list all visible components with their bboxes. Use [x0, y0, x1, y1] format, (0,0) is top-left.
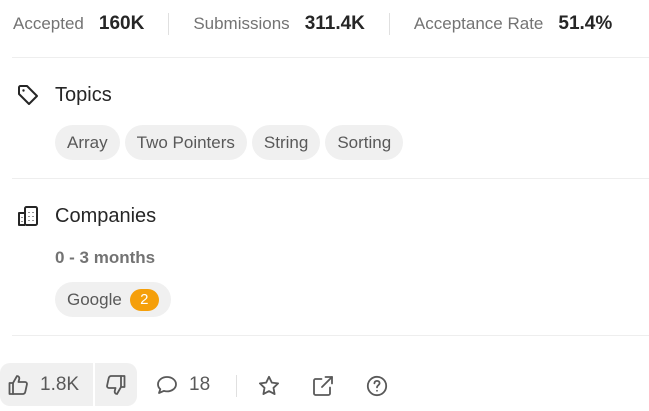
submissions-stat: Submissions 311.4K	[193, 13, 365, 35]
company-name: Google	[67, 289, 122, 309]
company-count-badge: 2	[129, 288, 159, 311]
share-icon	[311, 374, 335, 398]
companies-header[interactable]: Companies	[16, 204, 156, 228]
favorite-button[interactable]	[256, 373, 282, 399]
accepted-label: Accepted	[13, 14, 84, 33]
like-count: 1.8K	[40, 373, 80, 395]
accepted-value: 160K	[98, 13, 145, 34]
submissions-label: Submissions	[193, 14, 290, 33]
section-divider	[12, 178, 649, 179]
companies-period-label: 0 - 3 months	[55, 248, 156, 267]
thumbs-up-icon	[6, 373, 30, 397]
acceptance-rate-label: Acceptance Rate	[413, 14, 544, 33]
acceptance-rate-stat: Acceptance Rate 51.4%	[414, 13, 612, 35]
comment-icon	[155, 373, 179, 397]
building-icon	[16, 204, 40, 228]
topic-tags: Array Two Pointers String Sorting	[55, 125, 404, 160]
vote-group: 1.8K	[0, 363, 137, 406]
topic-tag-array[interactable]: Array	[55, 125, 120, 160]
topics-header[interactable]: Topics	[16, 83, 112, 107]
tag-icon	[16, 83, 40, 107]
companies-title: Companies	[55, 204, 157, 227]
accepted-stat: Accepted 160K	[13, 13, 144, 35]
help-icon	[365, 374, 389, 398]
stats-divider	[388, 13, 390, 35]
star-icon	[257, 374, 281, 398]
submissions-value: 311.4K	[304, 13, 365, 34]
comments-button[interactable]: 18	[155, 373, 210, 397]
dislike-button[interactable]	[95, 363, 137, 406]
topic-tag-string[interactable]: String	[251, 125, 321, 160]
comment-count: 18	[189, 374, 211, 395]
problem-info-panel: Accepted 160K Submissions 311.4K Accepta…	[0, 0, 649, 411]
like-button[interactable]: 1.8K	[0, 363, 93, 406]
action-divider	[236, 375, 237, 397]
section-divider	[12, 57, 649, 58]
help-button[interactable]	[364, 373, 390, 399]
stats-row: Accepted 160K Submissions 311.4K Accepta…	[13, 10, 612, 38]
company-tags: Google 2	[55, 282, 171, 317]
acceptance-rate-value: 51.4%	[558, 13, 613, 34]
topics-title: Topics	[55, 83, 112, 106]
topic-tag-two-pointers[interactable]: Two Pointers	[124, 125, 247, 160]
company-tag-google[interactable]: Google 2	[55, 282, 171, 317]
topic-tag-sorting[interactable]: Sorting	[325, 125, 404, 160]
section-divider	[12, 335, 649, 336]
share-button[interactable]	[310, 373, 336, 399]
stats-divider	[168, 13, 170, 35]
thumbs-down-icon	[104, 373, 128, 397]
